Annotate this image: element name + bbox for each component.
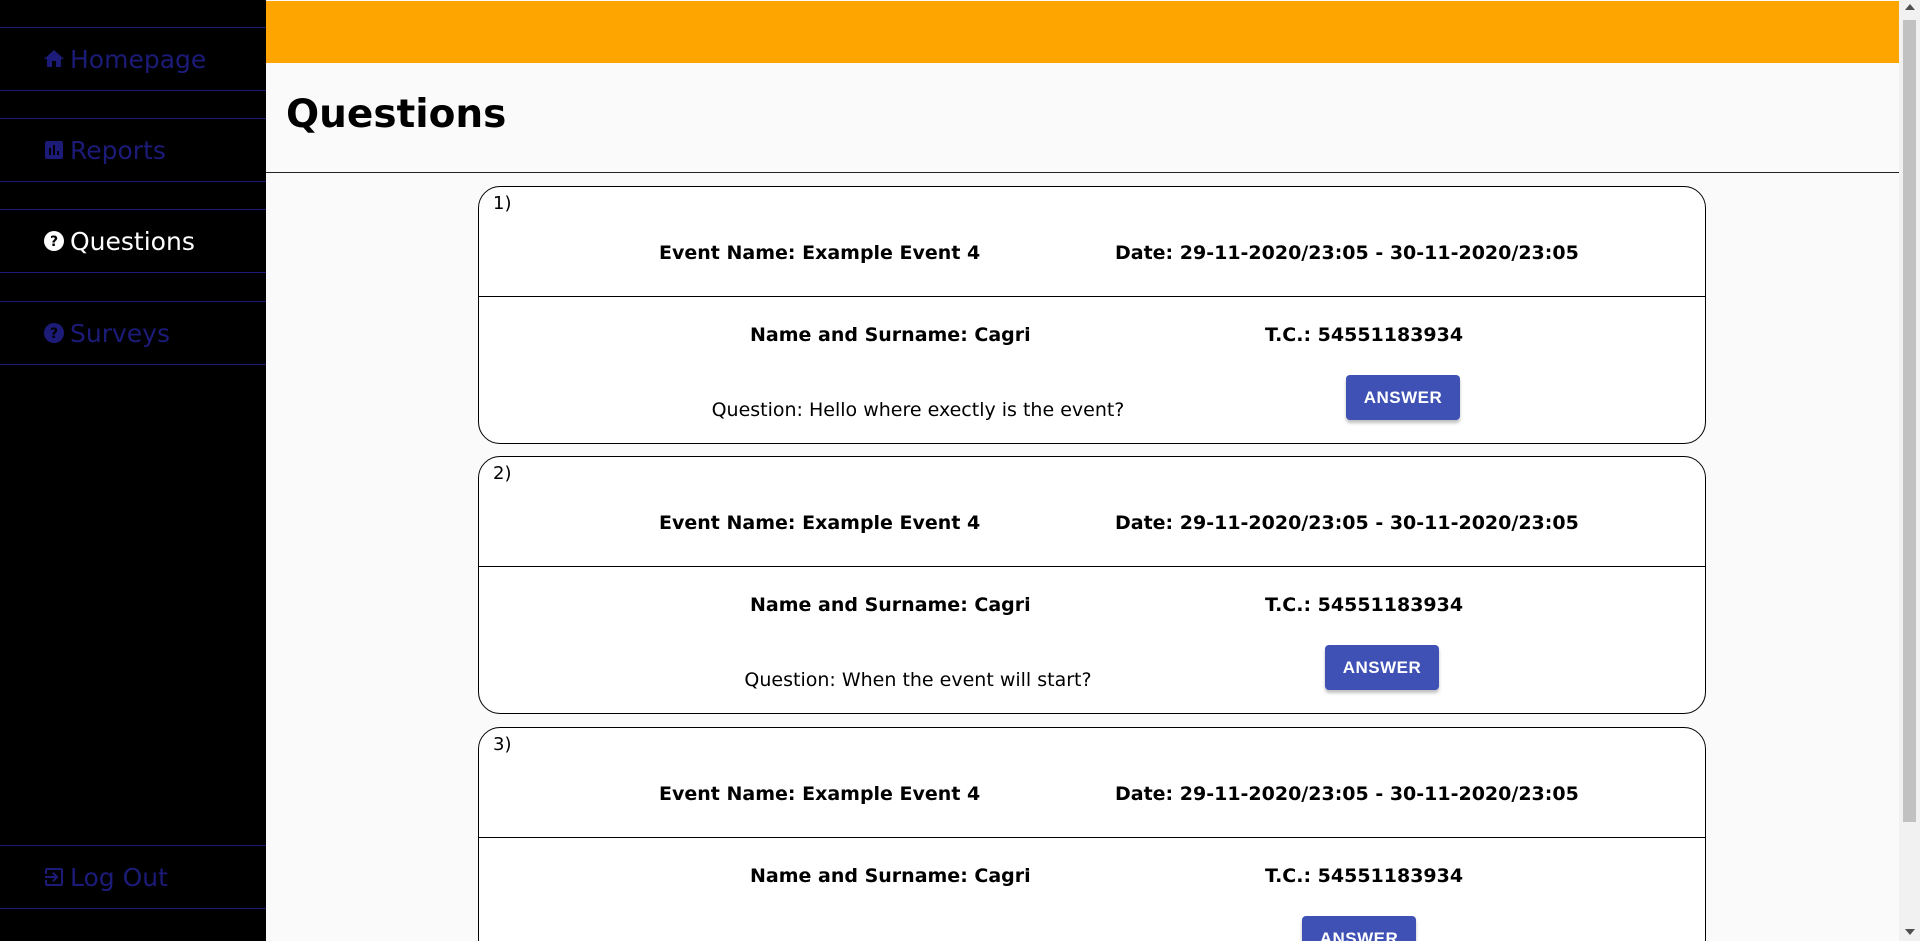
asker-tc-number: T.C.: 54551183934 [1265,594,1464,616]
answer-button[interactable]: ANSWER [1302,916,1416,941]
logout-icon [42,865,66,889]
top-bar [266,1,1899,63]
title-divider [266,172,1899,173]
event-date: Date: 29-11-2020/23:05 - 30-11-2020/23:0… [1115,512,1579,534]
question-card: 2) Event Name: Example Event 4 Date: 29-… [478,456,1706,714]
card-divider [479,566,1705,567]
help-circle-icon: ? [42,321,66,345]
asker-tc-number: T.C.: 54551183934 [1265,324,1464,346]
card-divider [479,296,1705,297]
question-index: 1) [493,193,512,214]
asker-tc-number: T.C.: 54551183934 [1265,865,1464,887]
sidebar-item-questions[interactable]: ? Questions [0,209,266,273]
question-index: 2) [493,463,512,484]
sidebar: Homepage Reports ? Questions ? Surveys L… [0,0,266,941]
svg-text:?: ? [50,326,58,342]
scroll-up-icon[interactable] [1905,4,1915,10]
question-card: 3) Event Name: Example Event 4 Date: 29-… [478,727,1706,941]
event-date: Date: 29-11-2020/23:05 - 30-11-2020/23:0… [1115,242,1579,264]
help-circle-icon: ? [42,229,66,253]
event-name: Event Name: Example Event 4 [659,512,981,534]
sidebar-item-surveys[interactable]: ? Surveys [0,301,266,365]
event-name: Event Name: Example Event 4 [659,783,981,805]
sidebar-item-homepage[interactable]: Homepage [0,27,266,91]
sidebar-item-reports[interactable]: Reports [0,118,266,182]
logout-button[interactable]: Log Out [0,845,266,909]
question-index: 3) [493,734,512,755]
event-name: Event Name: Example Event 4 [659,242,981,264]
sidebar-item-label: Reports [70,135,166,165]
home-icon [42,47,66,71]
scroll-down-icon[interactable] [1905,929,1915,935]
card-divider [479,837,1705,838]
page-title: Questions [286,92,507,137]
question-text: Question: When the event will start? [744,669,1092,691]
question-text: Question: Hello where exectly is the eve… [711,399,1125,421]
answer-button[interactable]: ANSWER [1325,645,1439,690]
sidebar-item-label: Homepage [70,44,207,74]
question-card: 1) Event Name: Example Event 4 Date: 29-… [478,186,1706,444]
asker-name: Name and Surname: Cagri [750,594,1031,616]
asker-name: Name and Surname: Cagri [750,865,1031,887]
asker-name: Name and Surname: Cagri [750,324,1031,346]
logout-label: Log Out [70,862,168,892]
sidebar-item-label: Surveys [70,318,170,348]
answer-button[interactable]: ANSWER [1346,375,1460,420]
svg-text:?: ? [50,234,58,250]
sidebar-item-label: Questions [70,226,195,256]
chart-icon [42,138,66,162]
scrollbar-thumb[interactable] [1903,20,1916,822]
event-date: Date: 29-11-2020/23:05 - 30-11-2020/23:0… [1115,783,1579,805]
